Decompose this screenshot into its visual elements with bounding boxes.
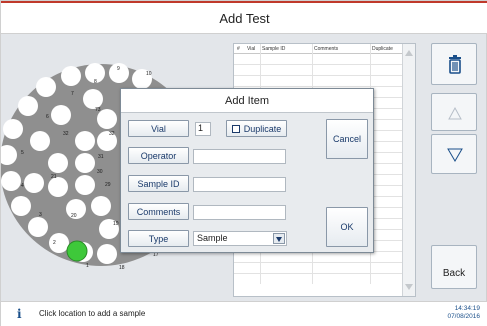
vial-slot[interactable] bbox=[3, 119, 23, 139]
table-scrollbar[interactable] bbox=[402, 44, 415, 296]
vial-slot[interactable] bbox=[18, 96, 38, 116]
vial-slot-number: 5 bbox=[21, 150, 24, 156]
vial-slot[interactable] bbox=[75, 175, 95, 195]
sample-id-button-label: Sample ID bbox=[137, 179, 180, 189]
vial-slot-number: 30 bbox=[97, 169, 103, 175]
column-header: Comments bbox=[314, 46, 339, 52]
back-button[interactable]: Back bbox=[431, 245, 477, 289]
delete-button[interactable] bbox=[431, 43, 477, 85]
vial-slot-number: 32 bbox=[109, 131, 115, 137]
vial-slot[interactable] bbox=[49, 233, 69, 253]
move-up-button[interactable] bbox=[431, 93, 477, 131]
vial-slot[interactable] bbox=[11, 196, 31, 216]
chevron-down-icon bbox=[276, 237, 282, 242]
ok-button[interactable]: OK bbox=[326, 207, 368, 247]
vial-slot-number: 20 bbox=[71, 213, 77, 219]
duplicate-toggle[interactable]: Duplicate bbox=[226, 120, 287, 137]
vial-slot[interactable] bbox=[91, 196, 111, 216]
type-select-value: Sample bbox=[197, 233, 228, 243]
app-window: Add Test 9 10 8 7 73 6 32 32 5 31 21 30 29 4 20 3 19 2 1 18… bbox=[0, 0, 487, 326]
add-item-dialog: Add Item Vial 1 Duplicate Operator Sampl… bbox=[120, 88, 374, 253]
clock-date: 07/08/2016 bbox=[447, 313, 480, 320]
back-button-label: Back bbox=[442, 268, 466, 279]
vial-slot-number: 29 bbox=[105, 182, 111, 188]
duplicate-checkbox[interactable] bbox=[232, 125, 240, 133]
vial-number: 1 bbox=[195, 122, 211, 136]
info-icon: i bbox=[17, 307, 22, 321]
clock-time: 14:34:19 bbox=[454, 305, 480, 312]
status-message: Click location to add a sample bbox=[39, 309, 146, 318]
operator-button-label: Operator bbox=[140, 151, 177, 161]
type-select[interactable]: Sample bbox=[193, 231, 287, 246]
comments-button[interactable]: Comments bbox=[128, 203, 189, 220]
vial-slot-number: 73 bbox=[95, 107, 101, 113]
cancel-button[interactable]: Cancel bbox=[326, 119, 368, 159]
vial-slot-number: 18 bbox=[119, 265, 125, 271]
vial-slot-number: 8 bbox=[94, 79, 97, 85]
vial-slot-number: 10 bbox=[146, 71, 152, 77]
vial-slot-number: 9 bbox=[117, 66, 120, 72]
type-button[interactable]: Type bbox=[128, 230, 189, 247]
column-header: Duplicate bbox=[372, 46, 393, 52]
move-down-button[interactable] bbox=[431, 134, 477, 174]
clock: 14:34:19 07/08/2016 bbox=[447, 305, 480, 321]
comments-field[interactable] bbox=[193, 205, 286, 220]
triangle-up-icon bbox=[448, 106, 462, 120]
operator-button[interactable]: Operator bbox=[128, 147, 189, 164]
vial-slot[interactable] bbox=[97, 244, 117, 264]
operator-field[interactable] bbox=[193, 149, 286, 164]
vial-slot-number: 6 bbox=[46, 114, 49, 120]
vial-slot[interactable] bbox=[75, 153, 95, 173]
triangle-down-icon bbox=[447, 148, 463, 162]
title-bar: Add Test bbox=[1, 1, 487, 34]
vial-slot-number: 1 bbox=[86, 263, 89, 269]
window-title: Add Test bbox=[219, 11, 270, 26]
status-bar: i Click location to add a sample 14:34:1… bbox=[1, 301, 487, 326]
vial-slot-number: 7 bbox=[71, 91, 74, 97]
trash-icon bbox=[449, 55, 461, 74]
vial-slot[interactable] bbox=[1, 171, 21, 191]
vial-slot-number: 2 bbox=[53, 240, 56, 246]
vial-button[interactable]: Vial bbox=[128, 120, 189, 137]
ok-button-label: OK bbox=[340, 222, 354, 232]
vial-slot-number: 3 bbox=[39, 212, 42, 218]
type-button-label: Type bbox=[148, 234, 169, 244]
vial-slot[interactable] bbox=[61, 66, 81, 86]
vial-slot-number: 4 bbox=[21, 183, 24, 189]
vial-slot-number: 32 bbox=[63, 131, 69, 137]
vial-slot[interactable] bbox=[36, 77, 56, 97]
vial-slot[interactable] bbox=[30, 131, 50, 151]
vial-slot-number: 19 bbox=[113, 221, 119, 227]
cancel-button-label: Cancel bbox=[332, 134, 361, 144]
scroll-down-icon[interactable] bbox=[405, 284, 413, 290]
vial-slot-number: 31 bbox=[98, 154, 104, 160]
vial-slot[interactable] bbox=[28, 217, 48, 237]
vial-slot[interactable] bbox=[51, 105, 71, 125]
sample-id-button[interactable]: Sample ID bbox=[128, 175, 189, 192]
vial-slot-number: 21 bbox=[51, 174, 57, 180]
vial-slot[interactable] bbox=[24, 173, 44, 193]
comments-button-label: Comments bbox=[136, 207, 181, 217]
vial-button-label: Vial bbox=[151, 124, 166, 134]
scroll-up-icon[interactable] bbox=[405, 50, 413, 56]
column-header: # bbox=[237, 46, 240, 52]
vial-slot[interactable] bbox=[83, 89, 103, 109]
vial-slot[interactable] bbox=[75, 131, 95, 151]
vial-slot[interactable] bbox=[48, 153, 68, 173]
column-header: Vial bbox=[247, 46, 256, 52]
dropdown-button[interactable] bbox=[273, 233, 285, 244]
selected-vial-slot[interactable] bbox=[66, 240, 88, 262]
vial-slot[interactable] bbox=[48, 177, 68, 197]
sample-id-field[interactable] bbox=[193, 177, 286, 192]
dialog-title: Add Item bbox=[224, 95, 270, 107]
column-header: Sample ID bbox=[262, 46, 286, 52]
dialog-title-bar: Add Item bbox=[121, 89, 373, 113]
